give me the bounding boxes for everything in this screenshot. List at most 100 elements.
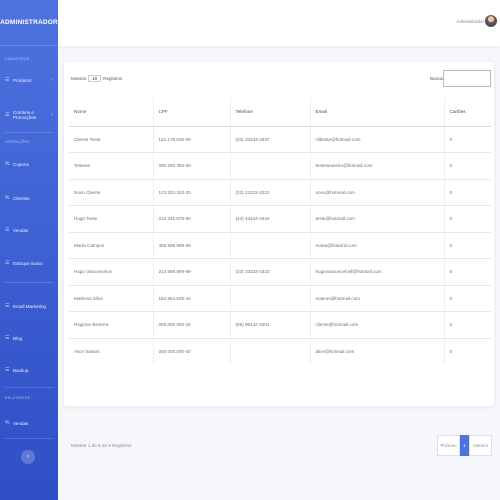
percent-icon: % bbox=[5, 195, 10, 201]
sidebar-item-blog[interactable]: ☰ Blog bbox=[0, 331, 58, 345]
clients-table: Nome CPF Telefone Email Cartões Cliente … bbox=[69, 98, 491, 365]
cell-telefone bbox=[229, 284, 310, 312]
list-icon: ☰ bbox=[5, 112, 10, 118]
sidebar-item-produtos[interactable]: ☰ Produtos › bbox=[0, 73, 58, 87]
section-cadastros: CADASTROS bbox=[5, 57, 30, 61]
cell-nome: Hugo Teste bbox=[69, 205, 153, 232]
page-length-select[interactable]: 10 bbox=[88, 75, 102, 82]
avatar[interactable] bbox=[485, 15, 497, 27]
percent-icon: % bbox=[5, 161, 10, 167]
cell-nome: Reginon Bezerra bbox=[69, 311, 153, 338]
sidebar-item-label: Backup bbox=[13, 367, 29, 373]
cell-email: testeeeuseiro@hotmail.com bbox=[309, 152, 444, 179]
table-row[interactable]: Matheus Silva 184.854.545-44 mateus@hotmai… bbox=[69, 284, 491, 312]
cell-nome: Alice Santos bbox=[69, 337, 153, 365]
sidebar-divider bbox=[5, 282, 53, 283]
sidebar-item-vendas[interactable]: ☰ Vendas bbox=[0, 223, 58, 237]
sidebar-item-label: Vendas bbox=[13, 420, 29, 426]
next-page-button[interactable]: Próximo bbox=[437, 435, 460, 456]
cell-cartoes: 0 bbox=[443, 231, 491, 259]
cell-nome: Testeee bbox=[69, 152, 153, 179]
cell-cartoes: 8 bbox=[443, 258, 491, 285]
sidebar-item-cupons[interactable]: % Cupons bbox=[0, 157, 58, 171]
cell-cpf: 456.999.999-99 bbox=[152, 231, 230, 259]
cell-cartoes: 2 bbox=[443, 311, 491, 338]
chevron-left-icon: ‹ bbox=[27, 454, 29, 460]
search-input[interactable] bbox=[443, 70, 491, 87]
cell-email: clibeste@hotmail.com bbox=[309, 125, 444, 153]
list-icon: ☰ bbox=[5, 335, 10, 341]
cell-cartoes: 0 bbox=[443, 205, 491, 232]
pagination: Próximo 1 Anterior bbox=[437, 435, 492, 456]
cell-email: marta@hotamil.com bbox=[309, 231, 444, 259]
list-icon: ☰ bbox=[5, 260, 10, 266]
cell-email: hugovasconcelosf@hotmail.com bbox=[309, 258, 444, 285]
sidebar-toggle-button[interactable]: ‹ bbox=[21, 450, 35, 464]
sidebar-divider bbox=[5, 387, 53, 388]
cell-email: alice@hotmail.com bbox=[309, 337, 444, 365]
cell-cpf: 000.000.000-40 bbox=[152, 337, 230, 365]
sidebar-item-label: Produtos bbox=[13, 77, 32, 83]
sidebar-item-label: Email Marketing bbox=[13, 303, 46, 309]
section-operacoes: OPERAÇÕES bbox=[5, 140, 30, 144]
cell-email: mateus@hotmail.com bbox=[309, 284, 444, 312]
sidebar-item-label: Vendas bbox=[13, 227, 29, 233]
table-row[interactable]: Novo Cliente 123.333.333-33 (22) 22222-222… bbox=[69, 178, 491, 206]
list-icon: ☰ bbox=[5, 227, 10, 233]
cell-cartoes: 0 bbox=[443, 152, 491, 179]
list-icon: ☰ bbox=[5, 303, 10, 309]
cell-telefone: (85) 99142-3401 bbox=[229, 311, 310, 338]
cell-cartoes: 0 bbox=[443, 125, 491, 153]
brand-title[interactable]: ADMINISTRADOR bbox=[0, 0, 58, 46]
cell-nome: Cliente Teste bbox=[69, 125, 153, 153]
percent-icon: % bbox=[5, 420, 10, 426]
sidebar-item-label: Cupons bbox=[13, 161, 29, 167]
column-header-telefone[interactable]: Telefone bbox=[229, 98, 310, 127]
cell-cpf: 184.854.545-44 bbox=[152, 284, 230, 312]
table-row[interactable]: Hugo Vasconcelos 214.569.999-99 (33) 33333… bbox=[69, 258, 491, 285]
column-header-nome[interactable]: Nome bbox=[69, 98, 153, 127]
clients-card: Mostrar 10 Registros Buscar Nome CPF Tel… bbox=[64, 62, 494, 456]
table-row[interactable]: Marta Campos 456.999.999-99 marta@hotamil.… bbox=[69, 231, 491, 259]
sidebar-item-clientes[interactable]: % Clientes bbox=[0, 191, 58, 205]
sidebar-item-combos[interactable]: ☰ Combos e Promoções › bbox=[0, 108, 58, 122]
length-control: Mostrar 10 Registros bbox=[71, 75, 122, 82]
sidebar-item-estoque[interactable]: ☰ Estoque Baixo bbox=[0, 256, 58, 270]
cell-nome: Matheus Silva bbox=[69, 284, 153, 312]
table-header-row: Nome CPF Telefone Email Cartões bbox=[69, 98, 491, 127]
list-icon: ☰ bbox=[5, 367, 10, 373]
column-header-cpf[interactable]: CPF bbox=[152, 98, 230, 127]
records-label: Registros bbox=[103, 76, 123, 81]
cell-telefone: (33) 33333-3337 bbox=[229, 125, 310, 153]
cell-cpf: 012.345.678-90 bbox=[152, 205, 230, 232]
sidebar-item-label: Estoque Baixo bbox=[13, 260, 43, 266]
cell-telefone: (33) 33333-3333 bbox=[229, 258, 310, 285]
table-info: Mostrar 1 de 9 de 9 Registros bbox=[71, 443, 132, 448]
sidebar-item-backup[interactable]: ☰ Backup bbox=[0, 363, 58, 377]
previous-page-button[interactable]: Anterior bbox=[469, 435, 492, 456]
cell-cpf: 123.333.333-33 bbox=[152, 178, 230, 206]
cell-telefone bbox=[229, 231, 310, 259]
table-row[interactable]: Alice Santos 000.000.000-40 alice@hotmail.… bbox=[69, 337, 491, 365]
user-name[interactable]: Administrador bbox=[456, 19, 484, 24]
sidebar: ADMINISTRADOR CADASTROS ☰ Produtos › ☰ C… bbox=[0, 0, 58, 500]
table-row[interactable]: Testeee 090.283.356-00 testeeeuseiro@hotma… bbox=[69, 152, 491, 179]
column-header-cartoes[interactable]: Cartões bbox=[443, 98, 491, 127]
cell-telefone: (22) 22222-2222 bbox=[229, 178, 310, 206]
cell-cpf: 121.178.536-09 bbox=[152, 125, 230, 153]
cell-nome: Marta Campos bbox=[69, 231, 153, 259]
table-row[interactable]: Cliente Teste 121.178.536-09 (33) 33333-33… bbox=[69, 125, 491, 153]
cell-cpf: 214.569.999-99 bbox=[152, 258, 230, 285]
cell-cpf: 090.283.356-00 bbox=[152, 152, 230, 179]
show-label: Mostrar bbox=[71, 76, 87, 81]
sidebar-item-rel-vendas[interactable]: % Vendas bbox=[0, 416, 58, 430]
sidebar-item-email[interactable]: ☰ Email Marketing bbox=[0, 299, 58, 313]
page-1-button[interactable]: 1 bbox=[460, 435, 469, 456]
table-row[interactable]: Hugo Teste 012.345.678-90 (44) 44444-4444 t… bbox=[69, 205, 491, 232]
cell-cartoes: 0 bbox=[443, 284, 491, 312]
section-relatorios: RELATÓRIOS bbox=[5, 396, 31, 400]
column-header-email[interactable]: Email bbox=[309, 98, 444, 127]
table-row[interactable]: Reginon Bezerra 000.000.000-18 (85) 99142-… bbox=[69, 311, 491, 338]
cell-telefone: (44) 44444-4444 bbox=[229, 205, 310, 232]
cell-email: teste@hotmail.com bbox=[309, 205, 444, 232]
